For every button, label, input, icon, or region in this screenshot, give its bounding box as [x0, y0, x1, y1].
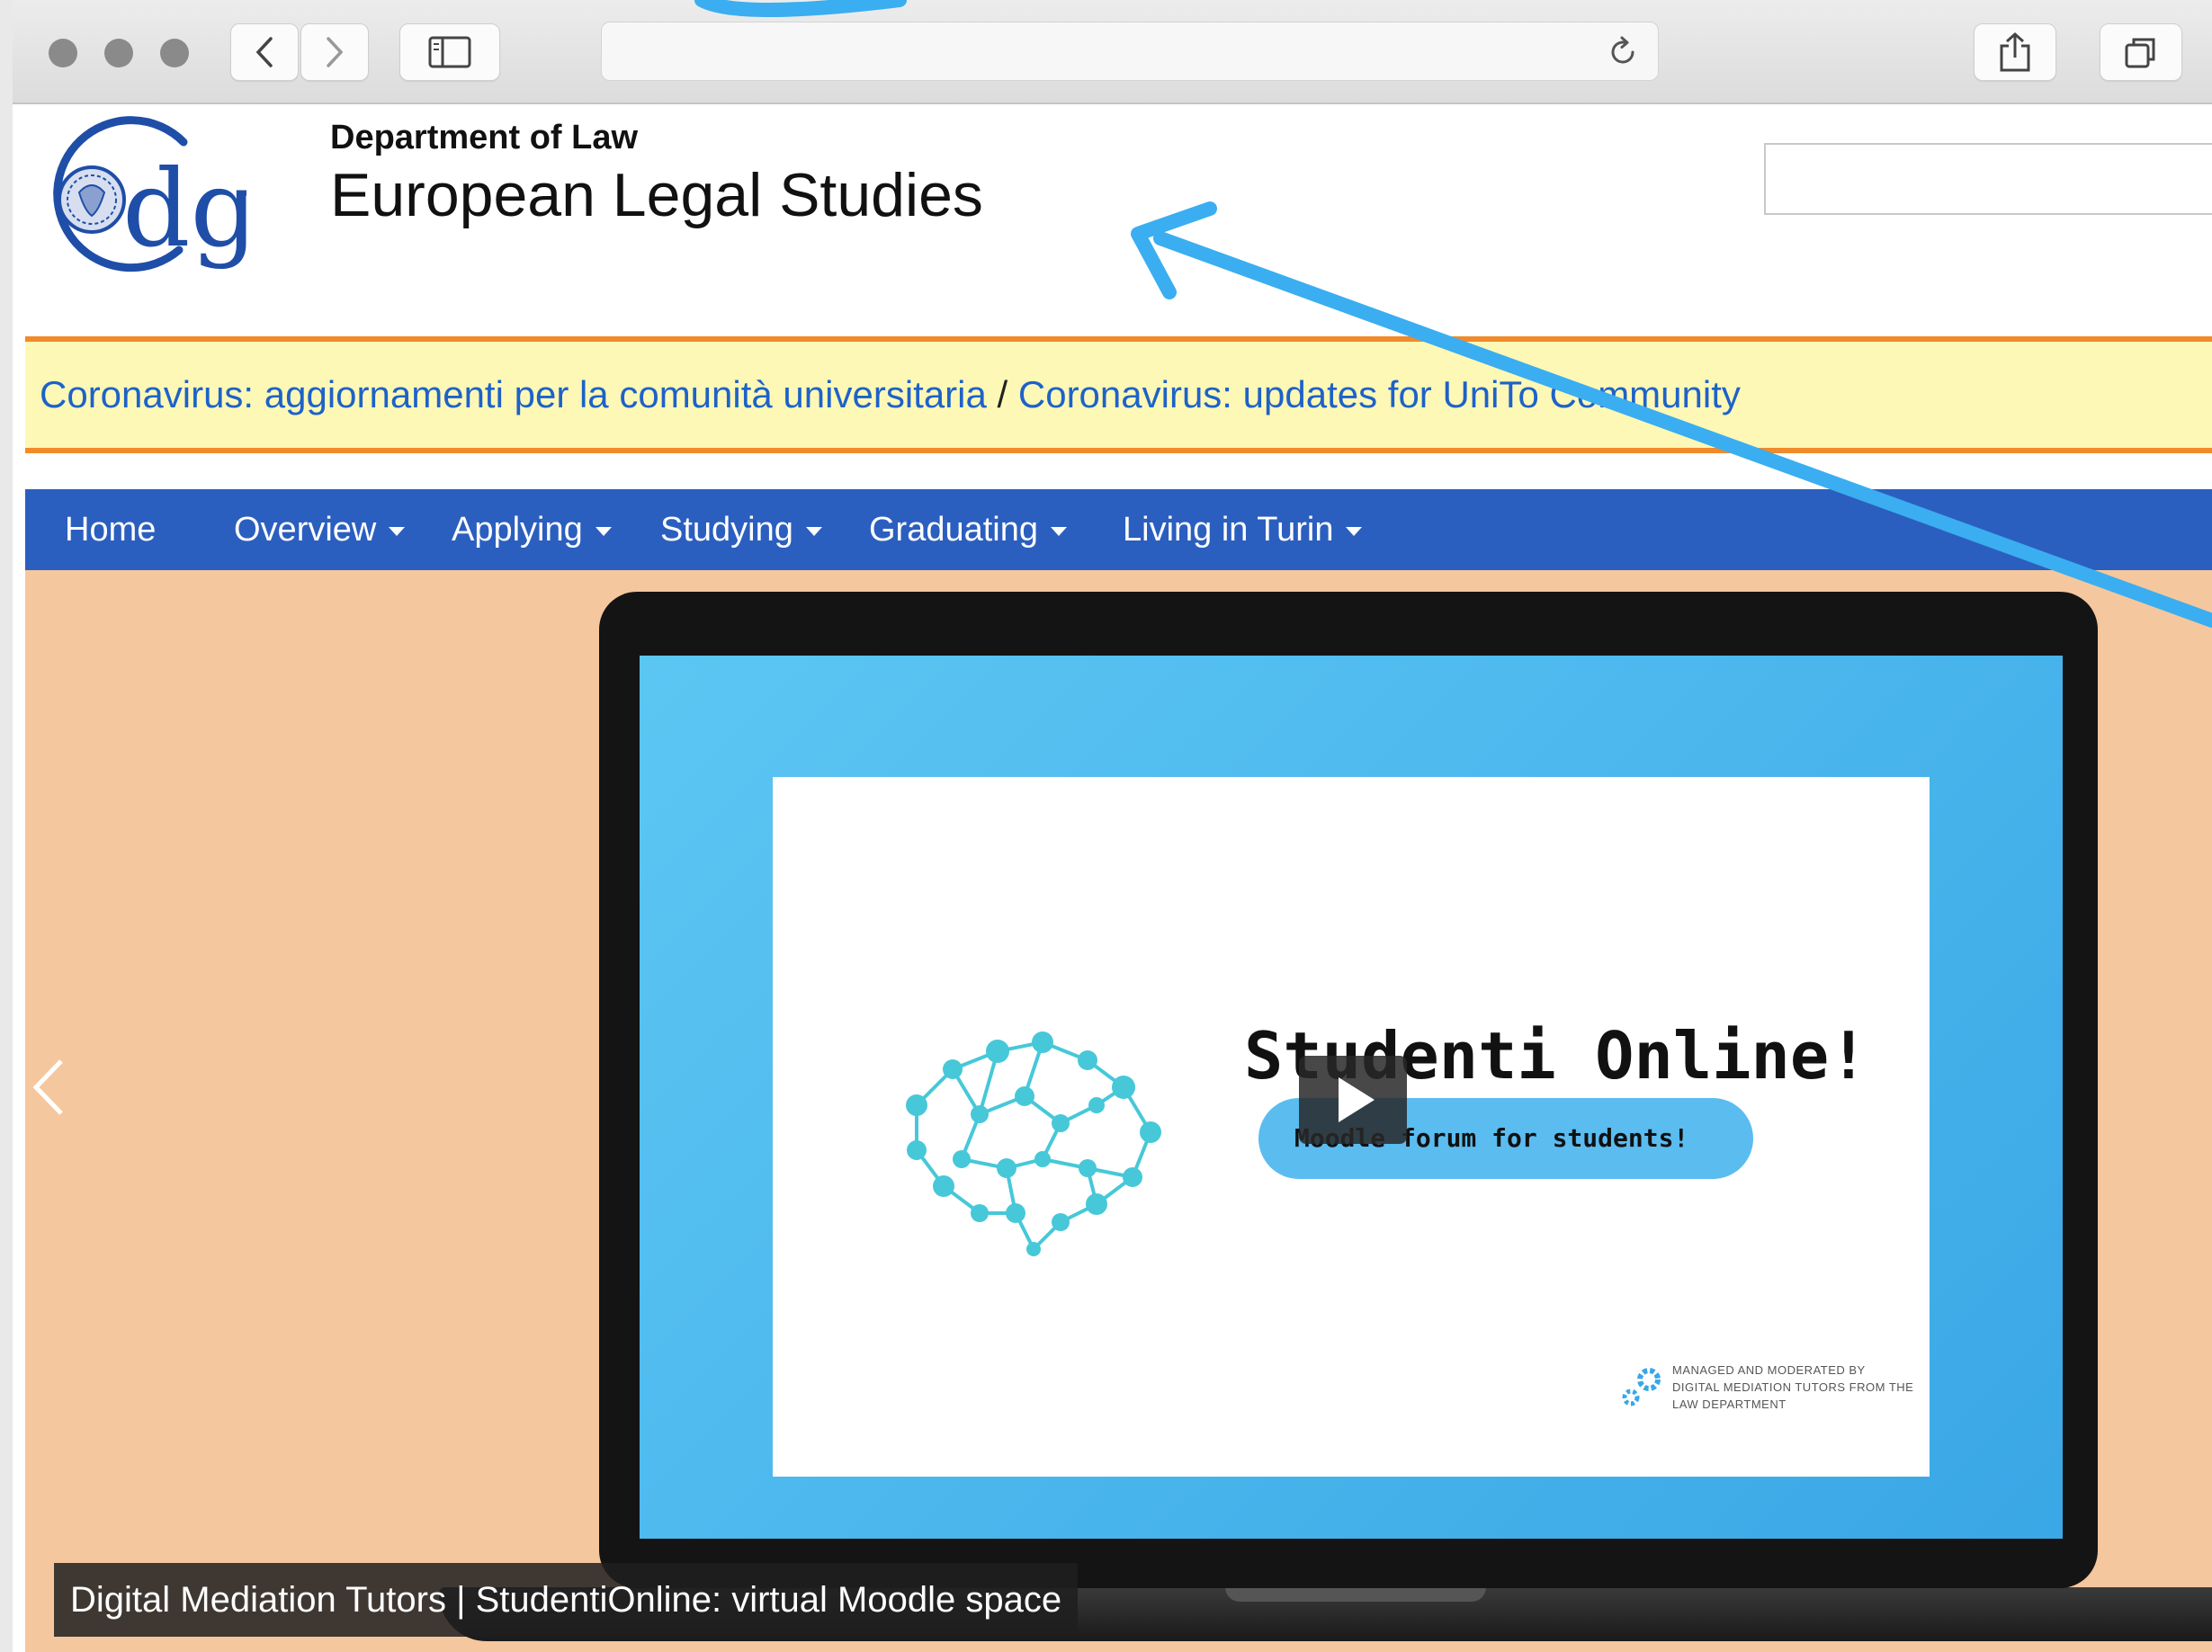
caret-down-icon — [1346, 526, 1363, 536]
hero-carousel: Studenti Online! Moodle forum for studen… — [25, 570, 2212, 1652]
chevron-left-icon — [255, 37, 273, 67]
notice-banner: Coronavirus: aggiornamenti per la comuni… — [25, 336, 2212, 453]
caret-down-icon — [805, 526, 822, 536]
svg-text:dg: dg — [122, 147, 246, 271]
caret-down-icon — [595, 526, 612, 536]
laptop-notch — [1225, 1587, 1486, 1602]
video-screen[interactable]: Studenti Online! Moodle forum for studen… — [640, 656, 2063, 1539]
chevron-right-icon — [327, 37, 344, 67]
reload-icon[interactable] — [1606, 35, 1640, 69]
nav-item-home[interactable]: Home — [65, 489, 156, 570]
nav-item-overview[interactable]: Overview — [234, 489, 406, 570]
nav-item-graduating[interactable]: Graduating — [869, 489, 1068, 570]
nav-item-studying[interactable]: Studying — [660, 489, 822, 570]
forward-button[interactable] — [300, 23, 369, 81]
tabs-icon — [2125, 38, 2155, 68]
department-name: Department of Law — [330, 119, 639, 156]
caret-down-icon — [1051, 526, 1068, 536]
share-icon — [2000, 31, 2030, 72]
sidebar-toggle-button[interactable] — [399, 23, 500, 81]
sidebar-icon — [428, 36, 471, 68]
managed-note-text: MANAGED AND MODERATED BY DIGITAL MEDIATI… — [1672, 1363, 1914, 1411]
share-button[interactable] — [1974, 23, 2056, 81]
video-slide: Studenti Online! Moodle forum for studen… — [773, 777, 1930, 1477]
address-bar[interactable] — [601, 22, 1659, 81]
nav-item-label: Overview — [234, 511, 377, 549]
nav-item-label: Home — [65, 511, 157, 549]
browser-toolbar — [13, 0, 2212, 104]
department-logo[interactable]: dg — [40, 115, 246, 277]
site-title[interactable]: European Legal Studies — [330, 160, 983, 230]
carousel-prev-arrow-icon[interactable] — [29, 1056, 68, 1119]
nav-item-label: Studying — [660, 511, 793, 549]
tabs-overview-button[interactable] — [2100, 23, 2182, 81]
notice-link-english[interactable]: Coronavirus: updates for UniTo Community — [1018, 373, 1741, 415]
laptop-frame: Studenti Online! Moodle forum for studen… — [599, 592, 2098, 1588]
nav-item-applying[interactable]: Applying — [452, 489, 612, 570]
browser-window: dg Department of Law European Legal Stud… — [13, 0, 2212, 1652]
search-input[interactable] — [1764, 143, 2212, 215]
nav-item-living-in-turin[interactable]: Living in Turin — [1123, 489, 1363, 570]
brain-network-icon — [906, 1031, 1161, 1256]
notice-link-italian[interactable]: Coronavirus: aggiornamenti per la comuni… — [40, 373, 987, 415]
minimize-window-button[interactable] — [104, 39, 133, 67]
gears-icon — [1622, 1368, 1661, 1406]
back-button[interactable] — [230, 23, 299, 81]
nav-item-label: Graduating — [869, 511, 1039, 549]
play-button[interactable] — [1299, 1056, 1407, 1144]
main-nav: Home Overview Applying Studying Graduati… — [25, 489, 2212, 570]
caret-down-icon — [389, 526, 406, 536]
nav-item-label: Living in Turin — [1123, 511, 1334, 549]
close-window-button[interactable] — [49, 39, 77, 67]
notice-separator: / — [986, 373, 1018, 415]
carousel-caption[interactable]: Digital Mediation Tutors | StudentiOnlin… — [54, 1563, 1079, 1637]
nav-item-label: Applying — [452, 511, 583, 549]
zoom-window-button[interactable] — [160, 39, 189, 67]
